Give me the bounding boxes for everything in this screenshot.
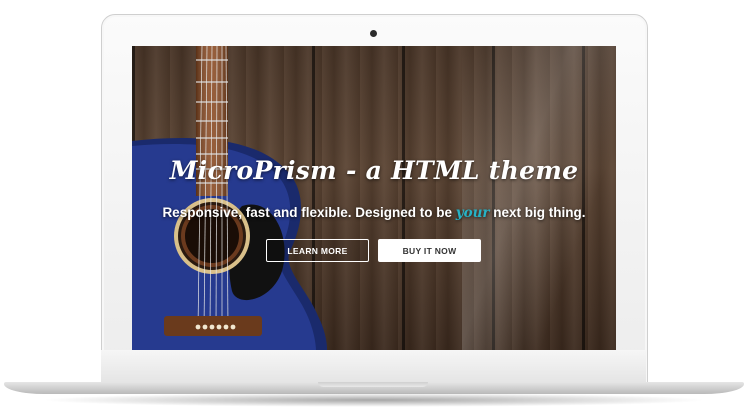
hero-title: MicroPrism - a HTML theme <box>169 156 579 185</box>
hero-subtitle-end: next big thing. <box>489 205 586 220</box>
laptop-screen: MicroPrism - a HTML theme Responsive, fa… <box>132 46 616 350</box>
screen-glare <box>462 46 616 350</box>
learn-more-button[interactable]: LEARN MORE <box>266 239 369 262</box>
buy-it-now-button[interactable]: BUY IT NOW <box>378 239 481 262</box>
camera-icon <box>370 30 377 37</box>
laptop-chin <box>101 350 646 384</box>
laptop-notch <box>318 382 428 387</box>
hero-subtitle-start: Responsive, fast and flexible. Designed … <box>162 205 456 220</box>
hero-subtitle: Responsive, fast and flexible. Designed … <box>132 205 616 221</box>
hero-subtitle-accent: your <box>455 205 490 221</box>
laptop-shadow <box>40 393 708 407</box>
